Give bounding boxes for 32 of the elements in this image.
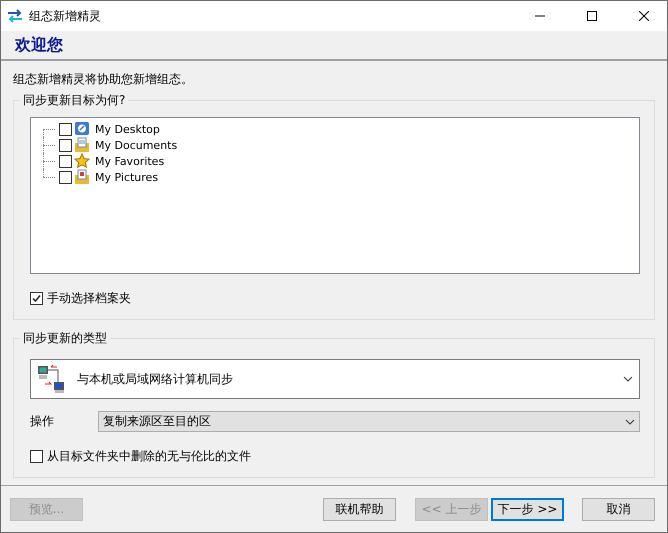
- group-title: 同步更新的类型: [22, 330, 108, 347]
- checkbox-label: 手动选择档案夹: [47, 290, 131, 307]
- checkbox[interactable]: [59, 154, 72, 168]
- dropdown-value: 与本机或局域网络计算机同步: [77, 370, 234, 388]
- tree-item[interactable]: My Favorites: [95, 154, 164, 168]
- dialog-button[interactable]: 下一步 >>: [491, 498, 564, 520]
- group-title: 同步更新目标为何?: [22, 92, 126, 109]
- folder-documents-icon: [74, 137, 90, 153]
- dialog-button[interactable]: 联机帮助: [323, 498, 396, 520]
- sync-type-dropdown[interactable]: 与本机或局域网络计算机同步: [30, 359, 640, 399]
- intro-text: 组态新增精灵将协助您新增组态。: [13, 71, 194, 88]
- field-label: 操作: [30, 413, 55, 430]
- dropdown-value: 复制来源区至目的区: [103, 413, 212, 430]
- window-title: 组态新增精灵: [29, 8, 102, 24]
- desktop-icon: [74, 121, 90, 137]
- tree-item[interactable]: My Pictures: [95, 170, 158, 184]
- checkbox[interactable]: [30, 292, 43, 305]
- checkbox[interactable]: [59, 122, 72, 136]
- app-icon: [7, 9, 23, 23]
- checkbox[interactable]: [30, 450, 43, 463]
- maximize-icon[interactable]: [587, 11, 597, 21]
- page-heading: 欢迎您: [15, 34, 63, 56]
- tree-item[interactable]: My Documents: [95, 138, 178, 152]
- star-icon: [74, 153, 90, 169]
- tree-item[interactable]: My Desktop: [95, 122, 160, 136]
- checkbox[interactable]: [59, 138, 72, 152]
- dialog-button[interactable]: 取消: [582, 498, 655, 520]
- operation-dropdown[interactable]: 复制来源区至目的区: [98, 411, 640, 432]
- checkbox[interactable]: [59, 170, 72, 184]
- folder-pictures-icon: [74, 169, 90, 185]
- checkbox-label: 从目标文件夹中删除的无与伦比的文件: [47, 448, 251, 465]
- close-icon[interactable]: [639, 11, 649, 21]
